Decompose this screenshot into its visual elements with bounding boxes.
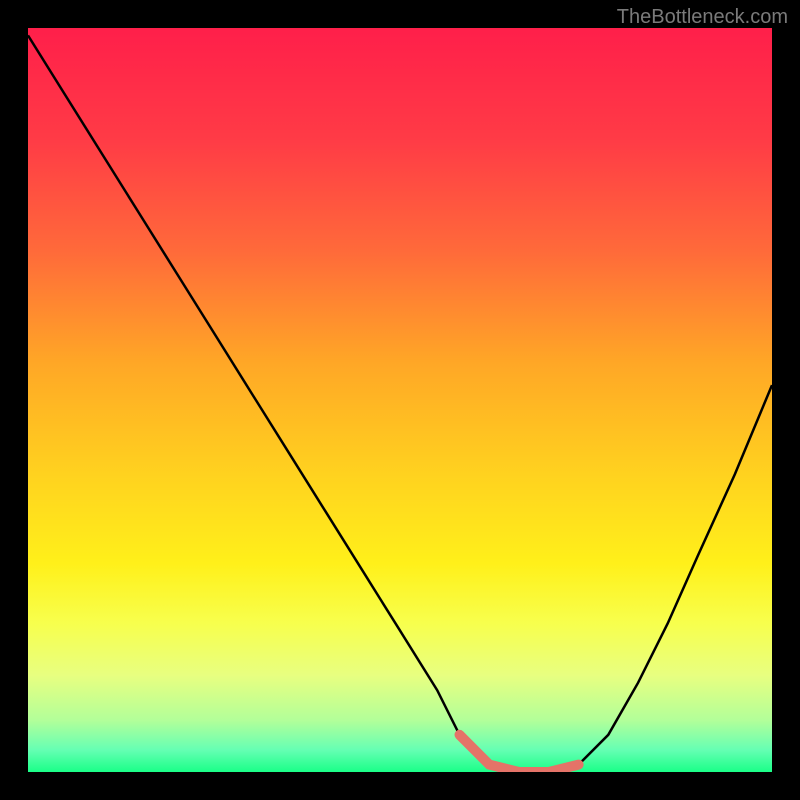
gradient-background — [28, 28, 772, 772]
chart-frame — [28, 28, 772, 772]
watermark-text: TheBottleneck.com — [617, 6, 788, 29]
bottleneck-chart — [28, 28, 772, 772]
